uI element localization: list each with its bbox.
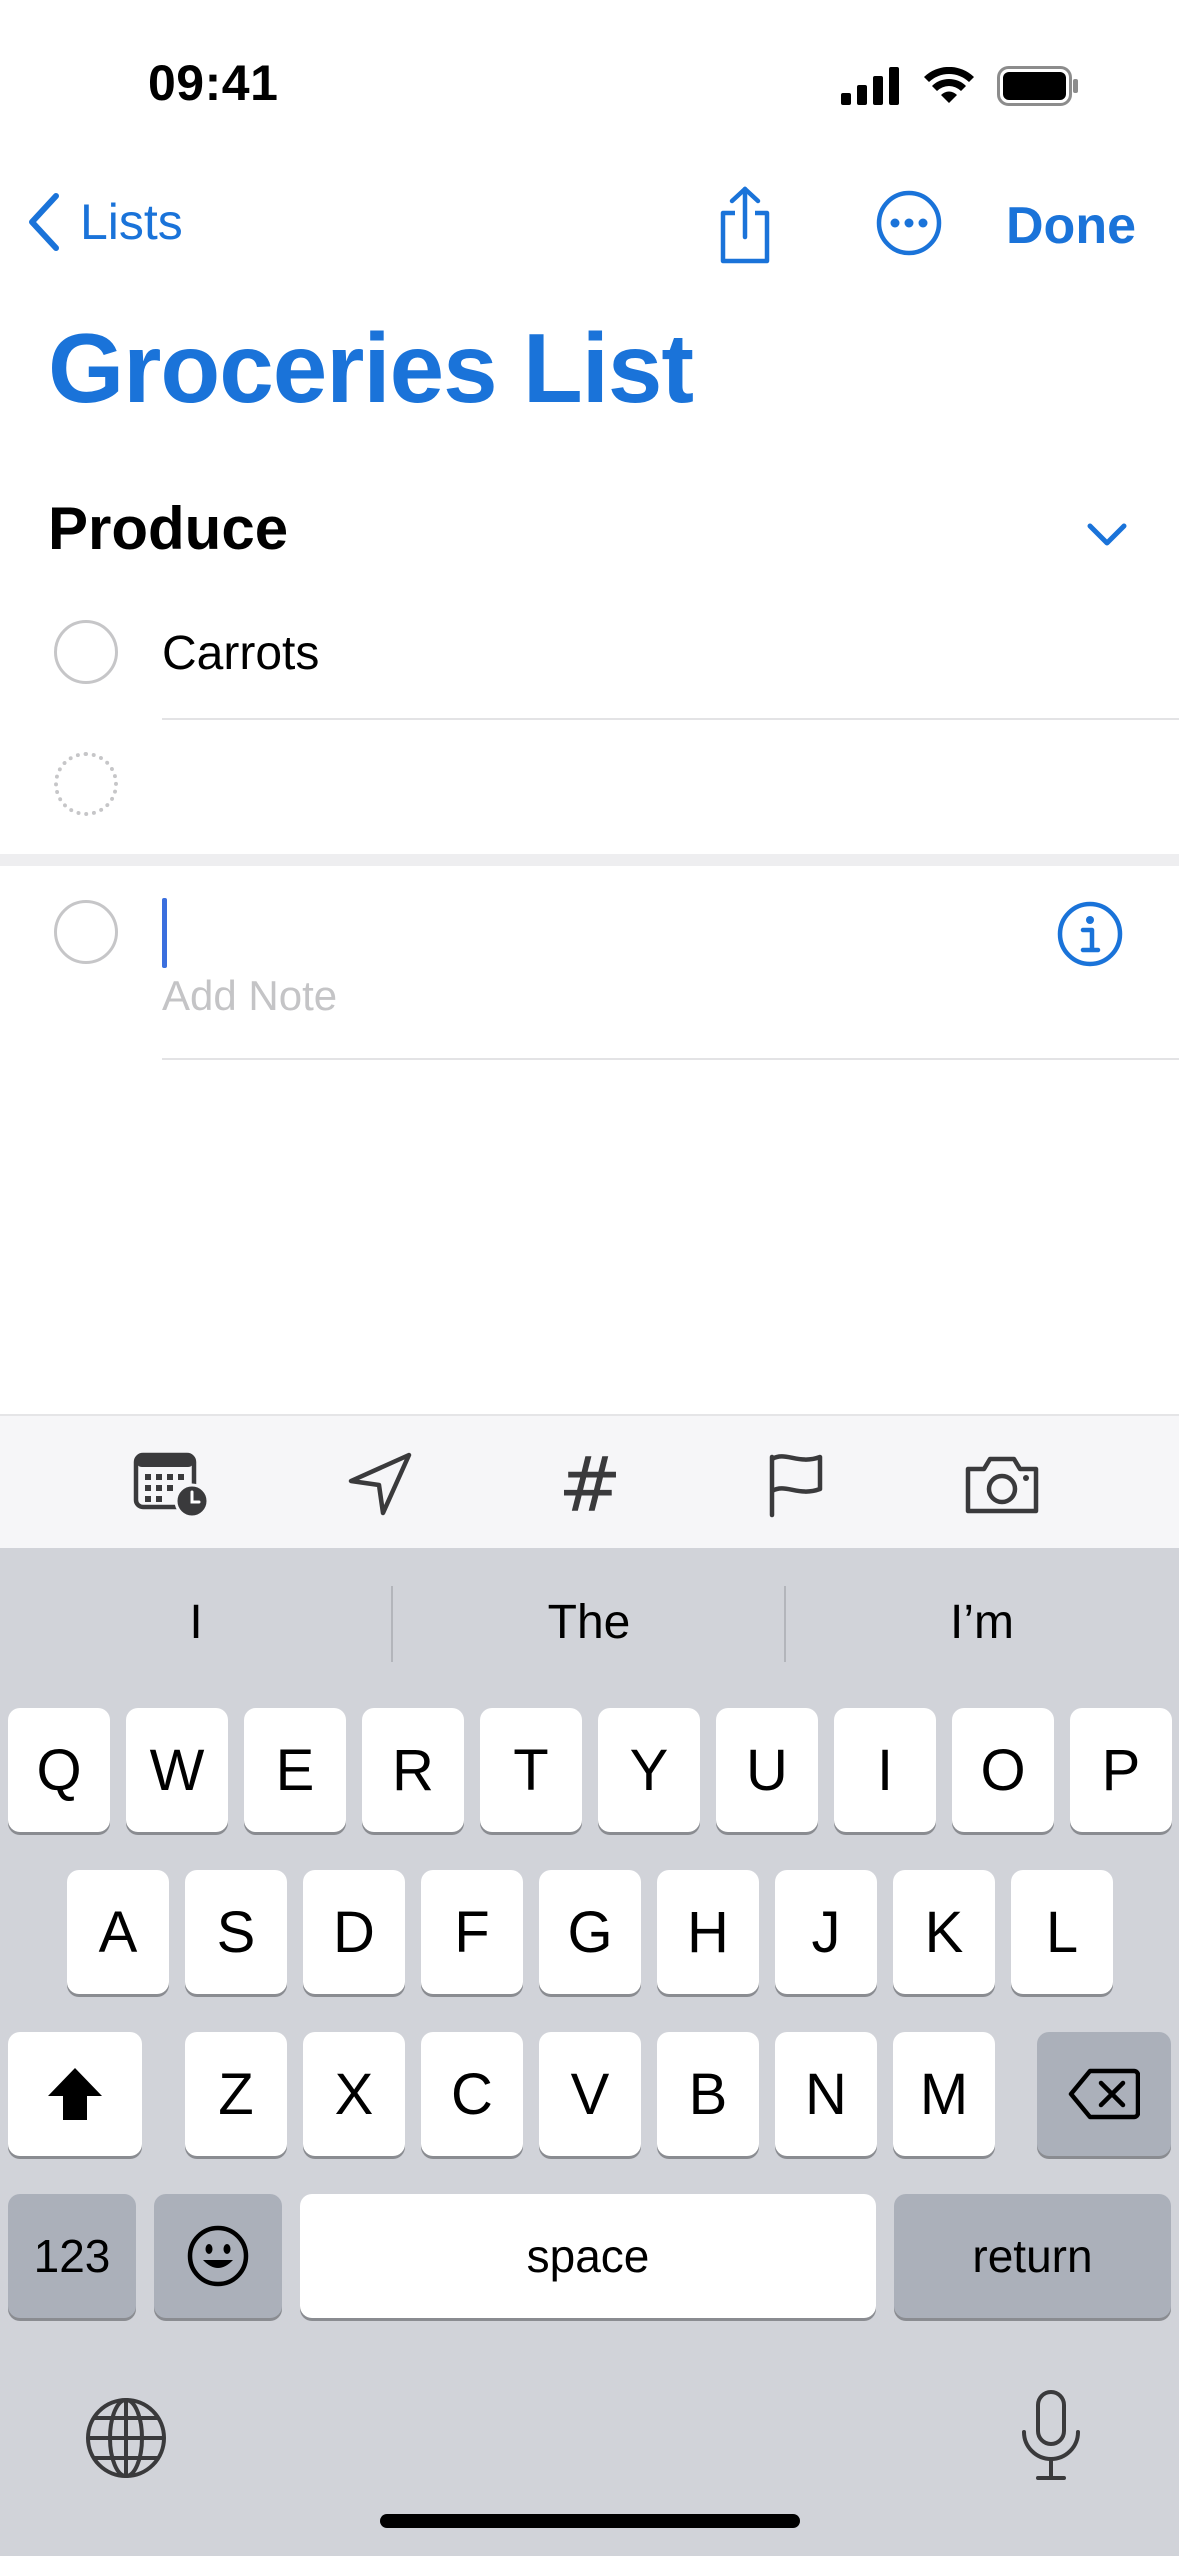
more-ellipsis-icon [876,190,942,256]
key-v[interactable]: V [539,2032,641,2156]
key-k[interactable]: K [893,1870,995,1994]
hashtag-icon: # [558,1439,622,1529]
new-item-checkbox[interactable] [54,900,118,964]
return-key[interactable]: return [894,2194,1171,2318]
numbers-key[interactable]: 123 [8,2194,136,2318]
section-separator [0,854,1179,866]
camera-icon [965,1456,1039,1514]
key-n[interactable]: N [775,2032,877,2156]
key-h[interactable]: H [657,1870,759,1994]
key-y[interactable]: Y [598,1708,700,1832]
divider [162,718,1179,720]
battery-icon [997,66,1078,106]
cellular-signal-icon [841,67,899,105]
key-o[interactable]: O [952,1708,1054,1832]
emoji-icon [187,2225,249,2287]
share-icon [720,186,770,264]
key-b[interactable]: B [657,2032,759,2156]
key-r[interactable]: R [362,1708,464,1832]
info-icon[interactable] [1056,900,1124,968]
text-cursor[interactable] [162,898,167,968]
suggestion-3[interactable]: I’m [786,1548,1178,1696]
dictation-button[interactable] [1016,2388,1086,2484]
home-indicator[interactable] [380,2514,800,2528]
key-i[interactable]: I [834,1708,936,1832]
share-button[interactable] [710,182,780,268]
item-checkbox[interactable] [54,620,118,684]
key-d[interactable]: D [303,1870,405,1994]
key-f[interactable]: F [421,1870,523,1994]
date-time-button[interactable] [132,1444,212,1524]
chevron-left-icon [29,193,59,251]
key-t[interactable]: T [480,1708,582,1832]
key-s[interactable]: S [185,1870,287,1994]
back-button[interactable]: Lists [26,192,183,252]
calendar-clock-icon [133,1452,210,1519]
placeholder-checkbox[interactable] [54,752,118,816]
backspace-icon [1068,2068,1140,2120]
section-title[interactable]: Produce [48,494,288,563]
key-g[interactable]: G [539,1870,641,1994]
emoji-key[interactable] [154,2194,282,2318]
status-icons [841,66,1079,106]
key-p[interactable]: P [1070,1708,1172,1832]
camera-button[interactable] [962,1444,1042,1524]
location-arrow-icon [348,1452,412,1516]
chevron-down-icon[interactable] [1082,510,1132,560]
quick-toolbar: # [0,1414,1179,1548]
key-c[interactable]: C [421,2032,523,2156]
back-label: Lists [80,194,183,250]
key-a[interactable]: A [67,1870,169,1994]
globe-button[interactable] [84,2396,168,2480]
shift-arrow-icon [48,2068,102,2120]
key-u[interactable]: U [716,1708,818,1832]
suggestion-1[interactable]: I [0,1548,392,1696]
microphone-icon [1022,2390,1080,2480]
status-time: 09:41 [148,55,279,111]
key-j[interactable]: J [775,1870,877,1994]
backspace-key[interactable] [1037,2032,1171,2156]
done-button[interactable]: Done [1006,196,1136,256]
list-item[interactable]: Carrots [162,626,319,681]
shift-key[interactable] [8,2032,142,2156]
key-e[interactable]: E [244,1708,346,1832]
wifi-icon [924,67,974,103]
tag-button[interactable]: # [550,1440,630,1529]
flag-button[interactable] [756,1444,836,1524]
space-key[interactable]: space [300,2194,876,2318]
key-l[interactable]: L [1011,1870,1113,1994]
divider [162,1058,1179,1060]
key-q[interactable]: Q [8,1708,110,1832]
list-title: Groceries List [48,313,694,423]
key-m[interactable]: M [893,2032,995,2156]
keyboard: I The I’m Q W E R T Y U I O P A S D F G … [0,1548,1179,2556]
suggestion-2[interactable]: The [393,1548,785,1696]
flag-icon [769,1454,823,1518]
key-w[interactable]: W [126,1708,228,1832]
add-note-field[interactable]: Add Note [162,972,337,1020]
more-button[interactable] [876,190,942,256]
location-button[interactable] [340,1444,420,1524]
key-x[interactable]: X [303,2032,405,2156]
key-z[interactable]: Z [185,2032,287,2156]
globe-icon [86,2398,166,2478]
